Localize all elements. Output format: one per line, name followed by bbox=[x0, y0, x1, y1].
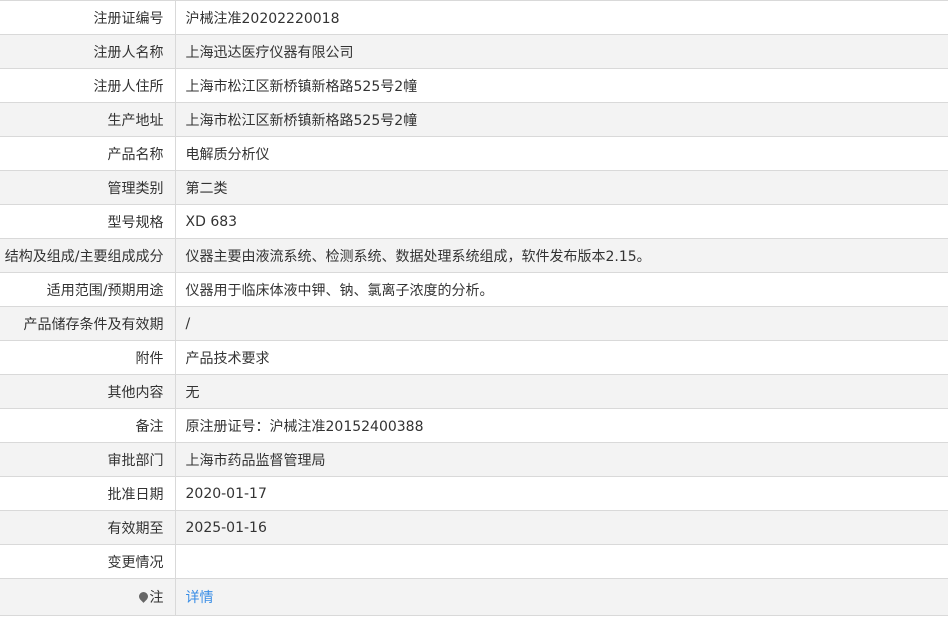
field-label: 生产地址 bbox=[0, 102, 176, 137]
field-label: 型号规格 bbox=[0, 204, 176, 239]
table-row: 审批部门 上海市药品监督管理局 bbox=[0, 442, 948, 477]
field-label: 注册人住所 bbox=[0, 68, 176, 103]
field-value: XD 683 bbox=[175, 204, 948, 239]
table-row: 其他内容 无 bbox=[0, 374, 948, 409]
field-value: 第二类 bbox=[175, 170, 948, 205]
field-value: 2025-01-16 bbox=[175, 510, 948, 545]
note-value-cell: 详情 bbox=[175, 578, 948, 616]
table-row: 管理类别 第二类 bbox=[0, 170, 948, 205]
field-value: 沪械注准20202220018 bbox=[175, 0, 948, 35]
pin-icon bbox=[136, 590, 150, 603]
field-label: 适用范围/预期用途 bbox=[0, 272, 176, 307]
field-label: 注册证编号 bbox=[0, 0, 176, 35]
field-label: 批准日期 bbox=[0, 476, 176, 511]
field-value: 原注册证号：沪械注准20152400388 bbox=[175, 408, 948, 443]
table-row: 备注 原注册证号：沪械注准20152400388 bbox=[0, 408, 948, 443]
field-value: 上海迅达医疗仪器有限公司 bbox=[175, 34, 948, 69]
field-value: / bbox=[175, 306, 948, 341]
table-row: 注册证编号 沪械注准20202220018 bbox=[0, 0, 948, 35]
registration-record-table: 注册证编号 沪械注准20202220018 注册人名称 上海迅达医疗仪器有限公司… bbox=[0, 0, 948, 616]
table-row: 产品储存条件及有效期 / bbox=[0, 306, 948, 341]
field-value: 上海市松江区新桥镇新格路525号2幢 bbox=[175, 102, 948, 137]
field-label: 其他内容 bbox=[0, 374, 176, 409]
note-row: 注 详情 bbox=[0, 578, 948, 616]
field-value: 电解质分析仪 bbox=[175, 136, 948, 171]
field-value: 仪器用于临床体液中钾、钠、氯离子浓度的分析。 bbox=[175, 272, 948, 307]
field-label: 附件 bbox=[0, 340, 176, 375]
field-value: 上海市松江区新桥镇新格路525号2幢 bbox=[175, 68, 948, 103]
field-value: 仪器主要由液流系统、检测系统、数据处理系统组成，软件发布版本2.15。 bbox=[175, 238, 948, 273]
table-row: 批准日期 2020-01-17 bbox=[0, 476, 948, 511]
field-value: 无 bbox=[175, 374, 948, 409]
field-value: 上海市药品监督管理局 bbox=[175, 442, 948, 477]
detail-link[interactable]: 详情 bbox=[186, 590, 214, 606]
field-value bbox=[175, 544, 948, 579]
table-row: 变更情况 bbox=[0, 544, 948, 579]
field-label: 审批部门 bbox=[0, 442, 176, 477]
field-label: 备注 bbox=[0, 408, 176, 443]
field-value: 产品技术要求 bbox=[175, 340, 948, 375]
table-row: 附件 产品技术要求 bbox=[0, 340, 948, 375]
field-label: 注册人名称 bbox=[0, 34, 176, 69]
field-label: 产品储存条件及有效期 bbox=[0, 306, 176, 341]
field-label: 管理类别 bbox=[0, 170, 176, 205]
table-row: 注册人住所 上海市松江区新桥镇新格路525号2幢 bbox=[0, 68, 948, 103]
table-row: 结构及组成/主要组成成分 仪器主要由液流系统、检测系统、数据处理系统组成，软件发… bbox=[0, 238, 948, 273]
field-label: 有效期至 bbox=[0, 510, 176, 545]
note-label: 注 bbox=[149, 590, 164, 606]
field-label: 产品名称 bbox=[0, 136, 176, 171]
table-row: 注册人名称 上海迅达医疗仪器有限公司 bbox=[0, 34, 948, 69]
field-value: 2020-01-17 bbox=[175, 476, 948, 511]
field-label: 结构及组成/主要组成成分 bbox=[0, 238, 176, 273]
note-label-cell: 注 bbox=[0, 578, 176, 616]
table-row: 适用范围/预期用途 仪器用于临床体液中钾、钠、氯离子浓度的分析。 bbox=[0, 272, 948, 307]
table-row: 生产地址 上海市松江区新桥镇新格路525号2幢 bbox=[0, 102, 948, 137]
field-label: 变更情况 bbox=[0, 544, 176, 579]
table-row: 产品名称 电解质分析仪 bbox=[0, 136, 948, 171]
table-row: 型号规格 XD 683 bbox=[0, 204, 948, 239]
table-row: 有效期至 2025-01-16 bbox=[0, 510, 948, 545]
